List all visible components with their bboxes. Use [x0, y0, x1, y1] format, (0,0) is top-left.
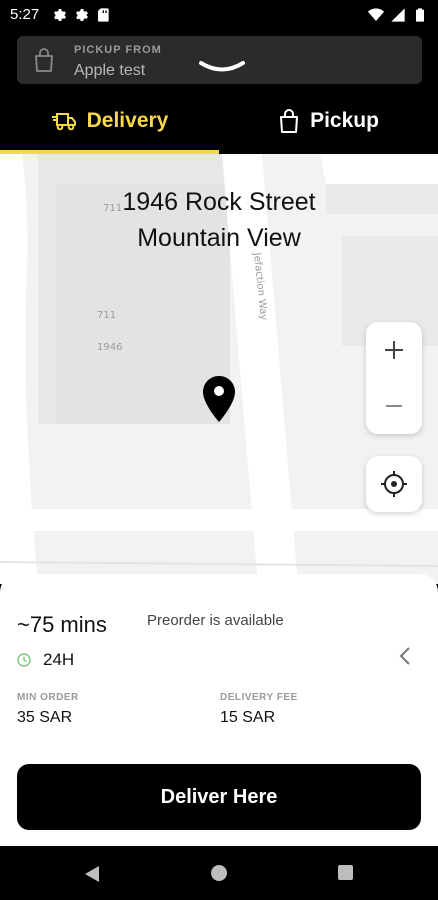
map-view[interactable]: Jefaction Way 711 711 1946 1946 Rock Str…	[0, 154, 438, 584]
clock-icon	[17, 653, 31, 667]
deliver-here-button[interactable]: Deliver Here	[17, 764, 421, 830]
wifi-icon	[368, 8, 384, 21]
chevron-left-icon[interactable]	[395, 644, 415, 668]
signal-icon	[391, 8, 405, 22]
pickup-store-name: Apple test	[74, 62, 146, 79]
battery-icon	[416, 8, 424, 22]
gear-icon	[54, 9, 66, 21]
delivery-fee-label: DELIVERY FEE	[220, 692, 298, 703]
min-order-label: MIN ORDER	[17, 692, 79, 703]
status-icons-left	[52, 7, 112, 23]
pickup-from-label: PICKUP FROM	[74, 44, 162, 56]
nav-recent-icon[interactable]	[338, 865, 353, 880]
delivery-fee-value: 15 SAR	[220, 709, 276, 726]
shopping-bag-icon	[280, 109, 299, 133]
map-address: 1946 Rock Street Mountain View	[0, 184, 438, 256]
location-pin-icon[interactable]	[203, 376, 235, 422]
status-time: 5:27	[10, 6, 40, 23]
status-icons-right	[368, 7, 428, 23]
zoom-controls	[366, 322, 422, 434]
tab-pickup-label: Pickup	[310, 109, 379, 132]
shopping-bag-icon	[35, 48, 53, 72]
tab-delivery[interactable]: Delivery	[0, 88, 219, 154]
order-type-tabs: Delivery Pickup	[0, 88, 438, 154]
address-line2: Mountain View	[137, 224, 301, 252]
plus-icon	[385, 341, 403, 359]
building-number: 711	[97, 310, 116, 321]
zoom-in-button[interactable]	[366, 322, 422, 378]
sd-card-icon	[98, 8, 109, 22]
preorder-text: Preorder is available	[147, 612, 284, 629]
delivery-truck-icon	[51, 113, 76, 131]
zoom-out-button[interactable]	[366, 378, 422, 434]
gear-icon	[76, 9, 88, 21]
pickup-card[interactable]: PICKUP FROM Apple test	[17, 36, 422, 84]
nav-home-icon[interactable]	[211, 865, 227, 881]
crosshair-icon	[381, 471, 407, 497]
hours-text: 24H	[43, 650, 75, 669]
address-line1: 1946 Rock Street	[122, 188, 316, 216]
eta-text: ~75 mins	[17, 612, 107, 637]
delivery-info-sheet: ~75 mins Preorder is available 24H MIN O…	[0, 574, 438, 846]
nav-back-icon[interactable]	[84, 865, 100, 883]
top-area: PICKUP FROM Apple test	[0, 30, 438, 90]
min-order-value: 35 SAR	[17, 709, 73, 726]
tab-pickup[interactable]: Pickup	[219, 88, 438, 154]
tab-delivery-label: Delivery	[86, 109, 169, 132]
status-bar: 5:27	[0, 0, 438, 30]
hours-row: 24H	[17, 650, 74, 670]
minus-icon	[386, 405, 402, 407]
my-location-button[interactable]	[366, 456, 422, 512]
system-nav-bar	[0, 846, 438, 900]
building-number: 1946	[97, 342, 122, 353]
chevron-down-icon[interactable]	[197, 58, 247, 76]
